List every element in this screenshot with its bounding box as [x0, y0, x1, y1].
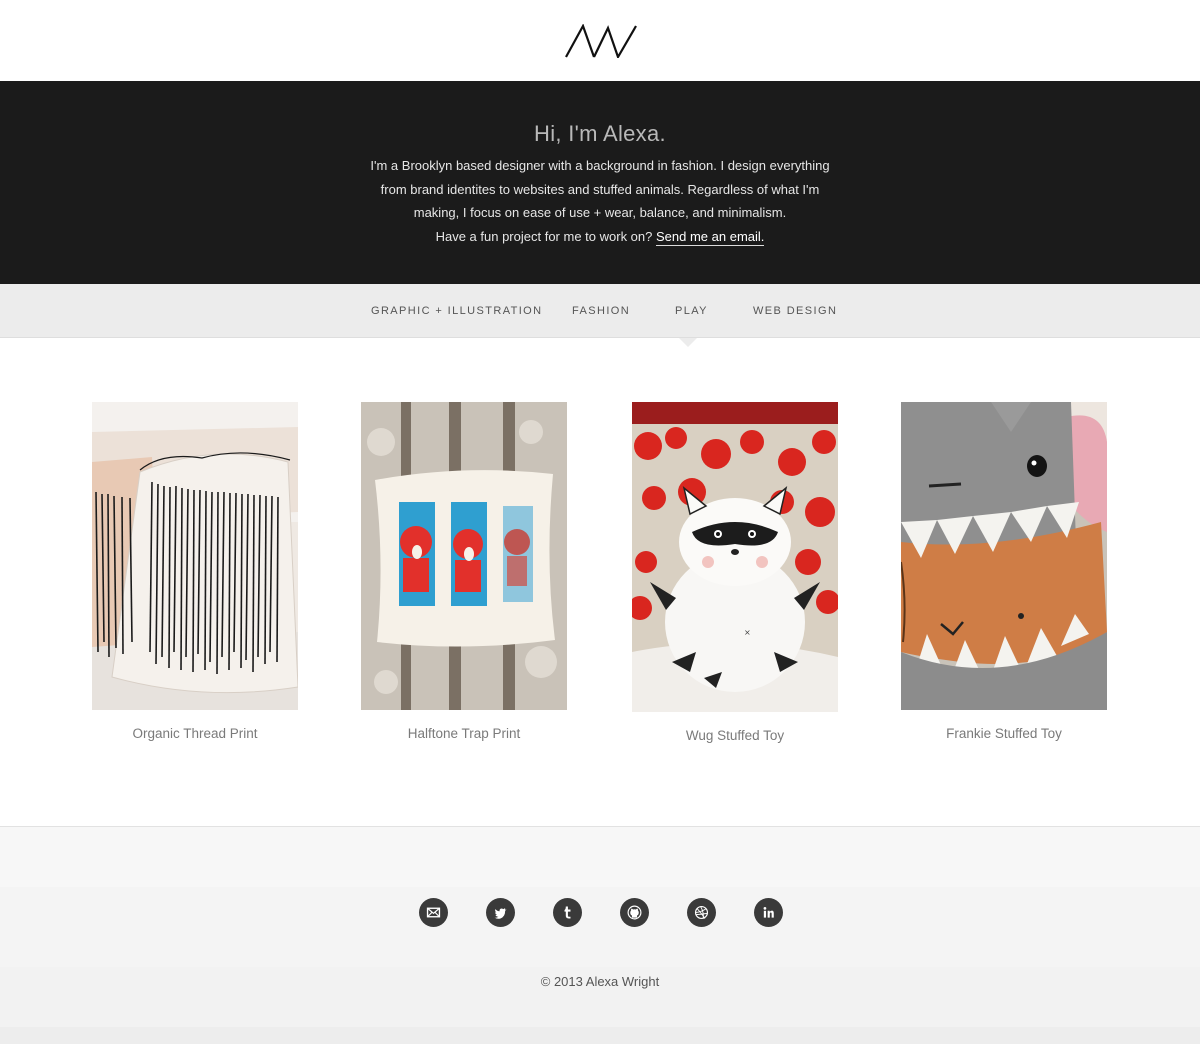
portfolio-item-title: Wug Stuffed Toy	[685, 728, 785, 743]
hero-description: I'm a Brooklyn based designer with a bac…	[360, 154, 840, 248]
organic-thread-pillow-image	[92, 402, 298, 710]
hero-line: from brand identites to websites and stu…	[380, 181, 820, 197]
portfolio-item-title: Organic Thread Print	[132, 726, 258, 741]
tumblr-icon[interactable]	[553, 898, 582, 927]
wug-toy-image: ×	[632, 402, 838, 712]
site-header	[0, 0, 1200, 81]
portfolio-item-title: Frankie Stuffed Toy	[946, 726, 1062, 741]
active-tab-indicator	[679, 338, 697, 347]
hero-title: Hi, I'm Alexa.	[534, 121, 666, 146]
dribbble-icon[interactable]	[687, 898, 716, 927]
tab-play[interactable]: PLAY	[675, 284, 708, 338]
site-footer: © 2013 Alexa Wright	[0, 826, 1200, 1044]
svg-text:×: ×	[744, 628, 751, 637]
footer-texture	[0, 827, 1200, 1044]
tab-web-design[interactable]: WEB DESIGN	[753, 284, 837, 338]
send-email-link[interactable]: Send me an email.	[656, 228, 765, 246]
portfolio-item-halftone-trap-print[interactable]: Halftone Trap Print	[361, 402, 567, 741]
github-icon[interactable]	[620, 898, 649, 927]
category-nav: GRAPHIC + ILLUSTRATION FASHION PLAY WEB …	[0, 284, 1200, 338]
intro-hero: Hi, I'm Alexa. I'm a Brooklyn based desi…	[0, 81, 1200, 284]
hero-cta: Have a fun project for me to work on? Se…	[360, 225, 840, 249]
portfolio-item-organic-thread-print[interactable]: Organic Thread Print	[92, 402, 298, 741]
tab-graphic-illustration[interactable]: GRAPHIC + ILLUSTRATION	[371, 284, 543, 338]
frankie-toy-image	[901, 402, 1107, 710]
copyright-text: © 2013 Alexa Wright	[540, 974, 660, 989]
hero-line: I'm a Brooklyn based designer with a bac…	[370, 158, 830, 173]
linkedin-icon[interactable]	[754, 898, 783, 927]
portfolio-item-title: Halftone Trap Print	[407, 726, 521, 741]
portfolio-item-wug-stuffed-toy[interactable]: × Wug Stuffed Toy	[632, 402, 838, 743]
portfolio-item-frankie-stuffed-toy[interactable]: Frankie Stuffed Toy	[901, 402, 1107, 741]
aw-logo-icon[interactable]	[564, 24, 638, 58]
hero-cta-text: Have a fun project for me to work on?	[435, 228, 653, 244]
hero-line: making, I focus on ease of use + wear, b…	[413, 205, 787, 220]
email-icon[interactable]	[419, 898, 448, 927]
twitter-icon[interactable]	[486, 898, 515, 927]
tab-fashion[interactable]: FASHION	[572, 284, 630, 338]
halftone-trap-pillow-image	[361, 402, 567, 710]
